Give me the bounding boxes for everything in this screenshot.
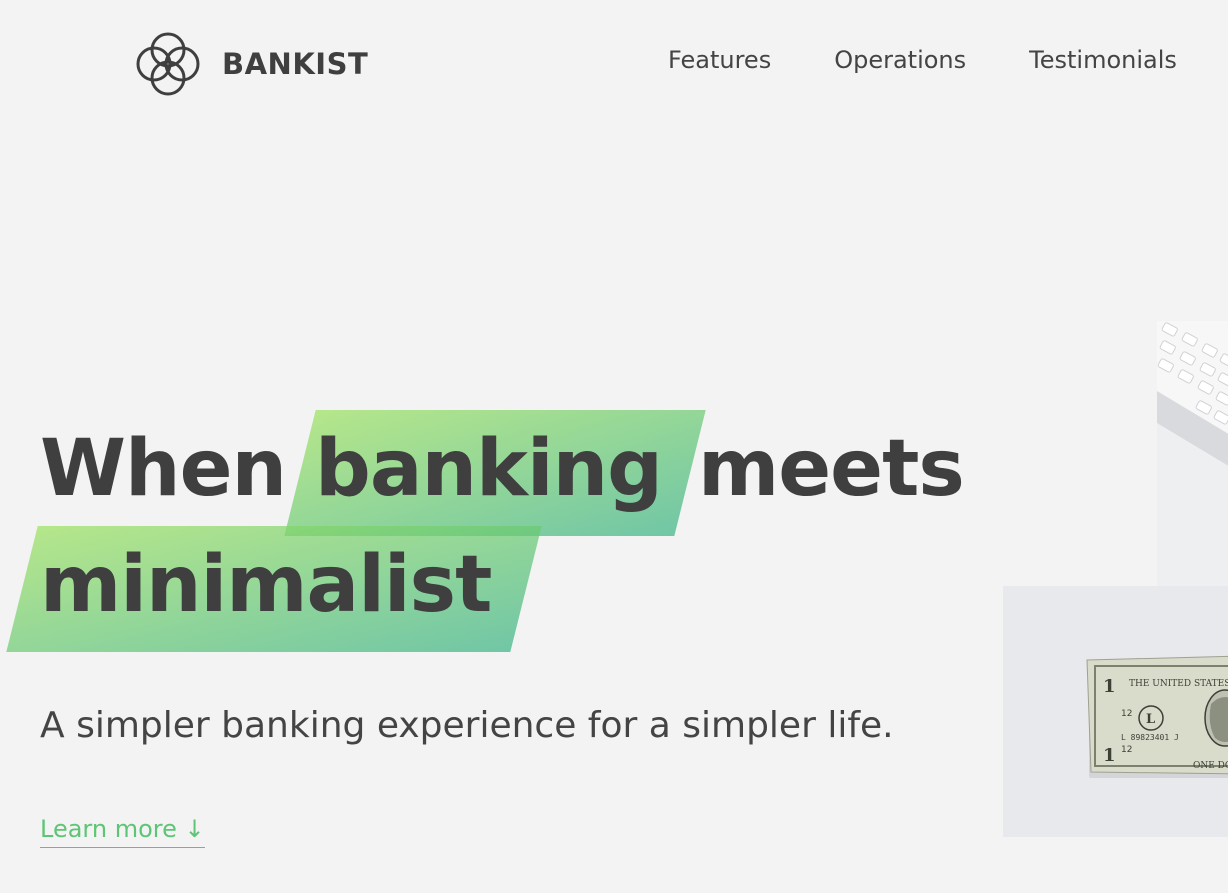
svg-text:1: 1	[1103, 745, 1116, 766]
nav-link-features[interactable]: Features	[668, 46, 771, 74]
learn-more-button[interactable]: Learn more ↓	[40, 815, 205, 848]
header: BANKIST Features Operations Testimonials	[0, 0, 1228, 130]
svg-text:L: L	[1146, 712, 1155, 727]
nav-link-operations[interactable]: Operations	[834, 46, 966, 74]
svg-text:THE UNITED STATES: THE UNITED STATES	[1129, 679, 1228, 689]
svg-text:1: 1	[1103, 676, 1116, 697]
logo-text: BANKIST	[222, 47, 369, 81]
hero-title-highlight-banking: banking	[315, 424, 663, 514]
keyboard-illustration	[1157, 321, 1228, 622]
svg-text:L 89823401 J: L 89823401 J	[1121, 733, 1179, 742]
bankist-logo-icon	[132, 28, 204, 100]
main-nav: Features Operations Testimonials	[668, 46, 1228, 74]
hero-subtitle: A simpler banking experience for a simpl…	[40, 705, 894, 746]
hero-image-keyboard	[1157, 321, 1228, 622]
hero-title-word-meets: meets	[698, 424, 965, 514]
dollar-bill-illustration: 1 1 THE UNITED STATES L 12 12 L 89823401…	[1003, 586, 1228, 837]
hero-title-highlight-minimalist: minimalist	[40, 540, 492, 630]
svg-text:ONE DOLLAR: ONE DOLLAR	[1193, 761, 1228, 771]
nav-link-testimonials[interactable]: Testimonials	[1029, 46, 1177, 74]
page: BANKIST Features Operations Testimonials…	[0, 0, 1228, 893]
logo[interactable]: BANKIST	[132, 28, 368, 100]
svg-text:12: 12	[1121, 745, 1132, 755]
hero-image-dollar: 1 1 THE UNITED STATES L 12 12 L 89823401…	[1003, 586, 1228, 837]
hero-title-word-when: When	[40, 424, 287, 514]
svg-text:12: 12	[1121, 709, 1132, 719]
